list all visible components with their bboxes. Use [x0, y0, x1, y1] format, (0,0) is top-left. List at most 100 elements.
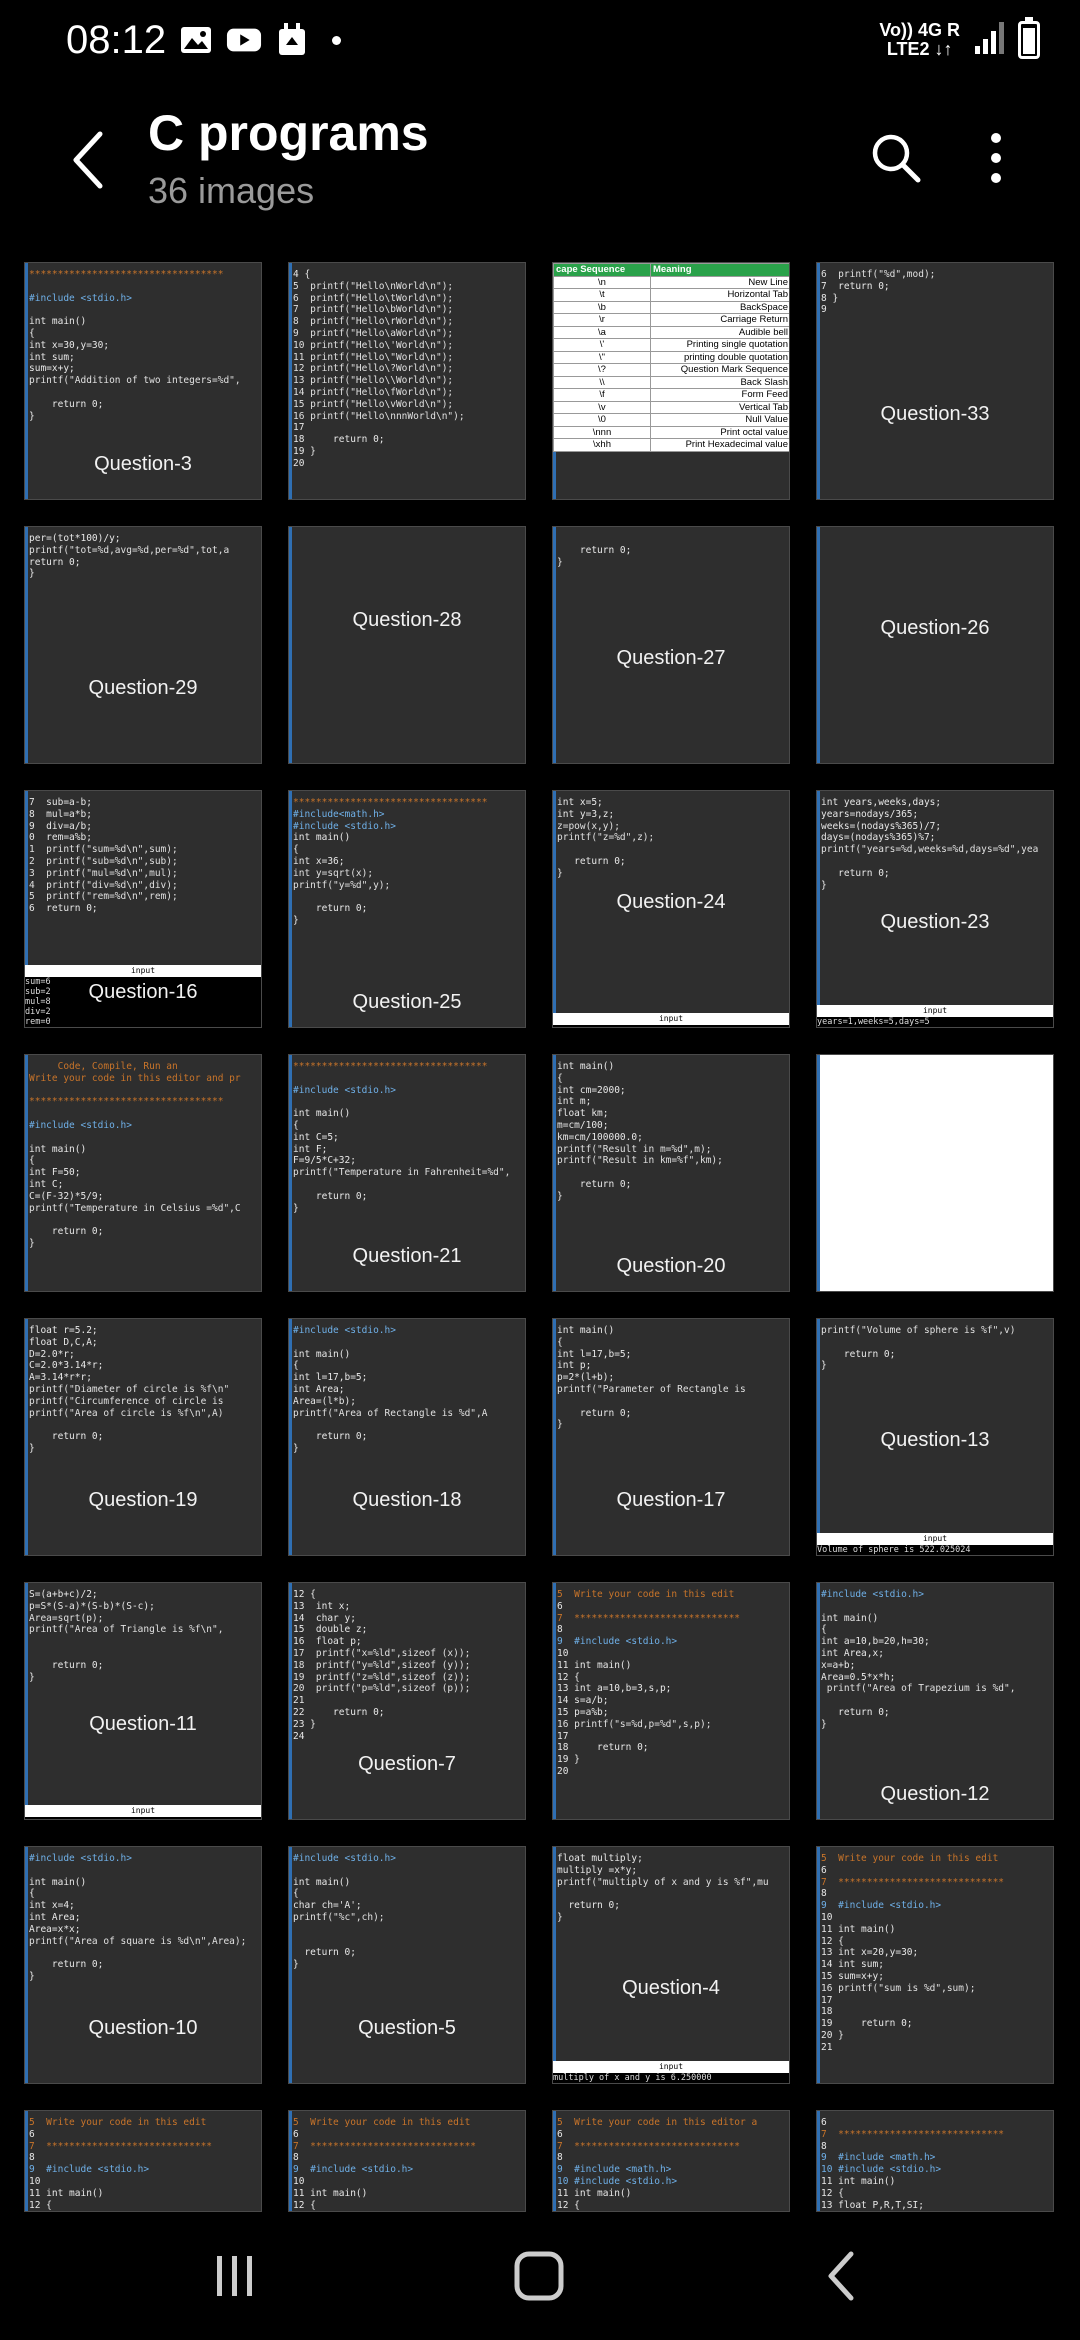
- editor-gutter: [553, 1847, 556, 2083]
- image-thumbnail[interactable]: int main(){int l=17,b=5; int p; p=2*(l+b);…: [552, 1318, 790, 1556]
- code-line: return 0;: [293, 903, 368, 915]
- output-console: input years=1,weeks=5,days=5: [817, 1005, 1053, 1027]
- image-thumbnail[interactable]: 5 Write your code in this edit 6 7 *******…: [816, 1846, 1054, 2084]
- code-line: 5 Write your code in this edit: [293, 2117, 471, 2128]
- code-line: 17: [821, 1994, 833, 2006]
- code-line: }: [557, 1190, 563, 1202]
- code-line: {: [29, 1888, 35, 1900]
- nav-back-button[interactable]: [796, 2238, 886, 2314]
- code-line: 7 *****************************: [821, 2128, 1005, 2140]
- image-thumbnail[interactable]: float r=5.2; float D,C,A; D=2.0*r; C=2.0*3.…: [24, 1318, 262, 1556]
- code-line: {: [29, 1155, 35, 1167]
- code-line: 9 #include <stdio.h>: [293, 2164, 414, 2176]
- more-notifications-dot: [332, 35, 341, 45]
- code-snippet: int years,weeks,days; years=nodays/365; we…: [821, 797, 1051, 891]
- image-thumbnail[interactable]: 67 ***************************** 8 9 #incl…: [816, 2110, 1054, 2212]
- image-thumbnail[interactable]: float multiply; multiply =x*y; printf("mul…: [552, 1846, 790, 2084]
- code-line: int x=4;: [29, 1900, 75, 1912]
- image-thumbnail[interactable]: return 0;} Question-27: [552, 526, 790, 764]
- image-thumbnail[interactable]: #include <stdio.h> int main(){int a=10,b…: [816, 1582, 1054, 1820]
- image-thumbnail[interactable]: 7 sub=a-b; 8 mul=a*b; 9 div=a/b; 0 rem=a%b;…: [24, 790, 262, 1028]
- table-cell: BackSpace: [650, 300, 789, 314]
- search-button[interactable]: [860, 122, 932, 194]
- image-thumbnail[interactable]: #include <stdio.h> int main(){int l=17,b…: [288, 1318, 526, 1556]
- editor-gutter: [817, 1055, 820, 1291]
- code-line: }: [293, 914, 299, 926]
- code-line: 11 int main(): [557, 2187, 632, 2199]
- code-line: int main(): [293, 1108, 351, 1120]
- code-line: 9 #include <math.h>: [821, 2152, 936, 2164]
- editor-gutter: [289, 1847, 292, 2083]
- thumbnail-caption: Question-21: [352, 1245, 462, 1267]
- image-thumbnail[interactable]: int years,weeks,days; years=nodays/365; we…: [816, 790, 1054, 1028]
- image-thumbnail[interactable]: Code, Compile, Run an Write your code in …: [24, 1054, 262, 1292]
- code-line: printf("Parameter of Rectangle is: [557, 1383, 746, 1395]
- code-line: int m;: [557, 1096, 592, 1108]
- image-thumbnail[interactable]: 5 Write your code in this edit 6 7 *******…: [24, 2110, 262, 2212]
- code-snippet: 5 Write your code in this edit 6 7 *******…: [821, 1853, 1051, 2054]
- image-thumbnail[interactable]: 4 {5 printf("Hello\nWorld\n"); 6 printf("…: [288, 262, 526, 500]
- code-line: S=(a+b+c)/2;: [29, 1589, 98, 1600]
- code-snippet: int main(){int cm=2000; int m; float km; m=…: [557, 1061, 787, 1203]
- image-thumbnail[interactable]: int main(){int cm=2000; int m; float km; m=…: [552, 1054, 790, 1292]
- image-thumbnail[interactable]: printf("Volume of sphere is %f",v) retur…: [816, 1318, 1054, 1556]
- code-line: printf("Temperature in Celsius =%d",C: [29, 1202, 241, 1214]
- editor-gutter: [553, 2111, 556, 2211]
- console-line: div=2: [25, 1007, 51, 1017]
- console-input-bar: input: [25, 965, 261, 977]
- code-line: Code, Compile, Run an: [29, 1061, 178, 1072]
- image-thumbnail[interactable]: #include <stdio.h> int main(){char ch='A…: [288, 1846, 526, 2084]
- image-thumbnail[interactable]: 12 {13 int x; 14 char y; 15 double z; 16 fl…: [288, 1582, 526, 1820]
- image-thumbnail[interactable]: Question-26: [816, 526, 1054, 764]
- code-line: 11 int main(): [293, 2187, 368, 2199]
- image-thumbnail[interactable]: S=(a+b+c)/2; p=S*(S-a)*(S-b)*(S-c); Area=s…: [24, 1582, 262, 1820]
- notification-icons: [178, 22, 341, 58]
- image-thumbnail[interactable]: 5 Write your code in this editor a67 ***…: [552, 2110, 790, 2212]
- code-snippet: ********************************** #inclu…: [293, 797, 523, 927]
- code-line: 11 int main(): [821, 1923, 896, 1935]
- image-thumbnail[interactable]: ********************************** #inclu…: [288, 790, 526, 1028]
- image-thumbnail[interactable]: ********************************** #incl…: [288, 1054, 526, 1292]
- home-button[interactable]: [494, 2238, 584, 2314]
- code-line: 10 printf("Hello\'World\n");: [293, 339, 454, 351]
- code-line: **********************************: [29, 1096, 224, 1108]
- code-line: 7 *****************************: [29, 2140, 213, 2152]
- search-icon: [872, 134, 921, 183]
- image-thumbnail[interactable]: [816, 1054, 1054, 1292]
- code-line: km=cm/100000.0;: [557, 1131, 643, 1143]
- back-arrow-icon: [73, 131, 103, 189]
- navigation-bar: [0, 2212, 1080, 2340]
- image-thumbnail[interactable]: per=(tot*100)/y; printf("tot=%d,avg=%d,pe…: [24, 526, 262, 764]
- code-line: 7 *****************************: [293, 2140, 477, 2152]
- code-line: int main(): [29, 1143, 87, 1155]
- recent-apps-button[interactable]: [190, 2238, 280, 2314]
- image-thumbnail[interactable]: Question-28: [288, 526, 526, 764]
- more-options-button[interactable]: [960, 122, 1032, 194]
- code-line: }: [293, 1202, 299, 1214]
- thumbnail-caption: Question-11: [89, 1713, 197, 1735]
- image-thumbnail[interactable]: int x=5; int y=3,z; z=pow(x,y); printf("z=%…: [552, 790, 790, 1028]
- image-thumbnail[interactable]: #include <stdio.h> int main(){int x=4; in…: [24, 1846, 262, 2084]
- code-line: 16 printf("s=%d,p=%d",s,p);: [557, 1718, 712, 1730]
- code-line: 6: [557, 1600, 563, 1612]
- image-thumbnail[interactable]: 6 printf("%d",mod); 7 return 0; 8 } 9 Questi…: [816, 262, 1054, 500]
- code-line: 9 #include <stdio.h>: [821, 1900, 942, 1912]
- code-line: #include <stdio.h>: [293, 820, 396, 832]
- code-line: per=(tot*100)/y;: [29, 533, 121, 544]
- back-button[interactable]: [52, 124, 124, 196]
- image-thumbnail[interactable]: cape Sequence Meaning \n New Line \t Horizont…: [552, 262, 790, 500]
- image-thumbnail[interactable]: ********************************** #incl…: [24, 262, 262, 500]
- code-line: 13 int x=20,y=30;: [821, 1947, 919, 1959]
- image-thumbnail[interactable]: 5 Write your code in this edit 6 7 *******…: [288, 2110, 526, 2212]
- code-line: printf("Result in km=%f",km);: [557, 1155, 723, 1167]
- table-row: \? Question Mark Sequence: [553, 363, 789, 377]
- image-thumbnail[interactable]: 5 Write your code in this edit 6 7 *******…: [552, 1582, 790, 1820]
- code-snippet: 12 {13 int x; 14 char y; 15 double z; 16 fl…: [293, 1589, 523, 1742]
- code-snippet: #include <stdio.h> int main(){int a=10,b…: [821, 1589, 1051, 1731]
- console-line: Volume of sphere is 522.025024: [817, 1545, 971, 1555]
- code-line: 20: [293, 457, 305, 469]
- table-cell: \?: [553, 363, 651, 377]
